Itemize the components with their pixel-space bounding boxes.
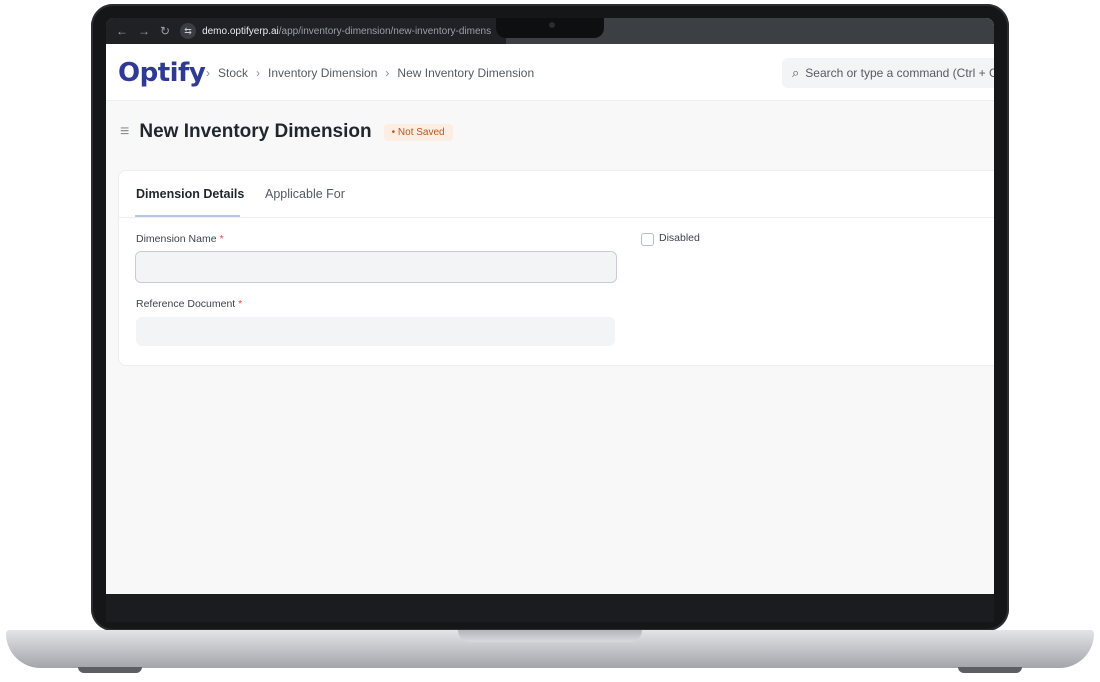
logo[interactable]: Optify [118, 58, 206, 88]
url-path: /app/inventory-dimension/new-inventory-d… [278, 25, 492, 37]
reference-document-input[interactable] [136, 317, 615, 346]
tab-dimension-details[interactable]: Dimension Details [136, 187, 244, 201]
laptop-foot-right [958, 667, 1022, 673]
back-icon[interactable]: ← [116, 18, 128, 44]
search-placeholder: Search or type a command (Ctrl + G) [805, 66, 994, 80]
camera-icon [549, 22, 555, 28]
reload-icon[interactable]: ↻ [160, 18, 170, 44]
dimension-name-input[interactable] [135, 251, 617, 283]
forward-icon[interactable]: → [138, 18, 150, 44]
tab-applicable-for[interactable]: Applicable For [265, 187, 345, 201]
app-header: Optify › Stock › Inventory Dimension › N… [106, 44, 994, 101]
required-mark: * [219, 233, 224, 245]
screen: ← → ↻ ⇆ demo.optifyerp.ai/app/inventory-… [106, 18, 994, 594]
page-title-row: ≡ New Inventory Dimension • Not Saved [120, 121, 453, 143]
form-tabs: Dimension Details Applicable For [119, 171, 994, 218]
breadcrumb: › Stock › Inventory Dimension › New Inve… [206, 66, 534, 80]
dimension-name-label-text: Dimension Name [136, 233, 217, 245]
laptop-notch [496, 18, 604, 38]
status-badge: • Not Saved [383, 123, 453, 141]
url-domain: demo.optifyerp.ai [202, 25, 279, 37]
dimension-name-label: Dimension Name * [136, 233, 224, 245]
reference-document-label-text: Reference Document [136, 298, 236, 310]
laptop-foot-left [78, 667, 142, 673]
reference-document-label: Reference Document * [136, 298, 242, 310]
breadcrumb-separator: › [385, 66, 390, 80]
form-card: Dimension Details Applicable For Dimensi… [118, 170, 994, 366]
site-info-icon[interactable]: ⇆ [180, 23, 197, 39]
page-title: New Inventory Dimension [139, 121, 372, 142]
search-icon: ⌕ [792, 65, 800, 80]
breadcrumb-stock[interactable]: Stock [218, 66, 248, 80]
disabled-checkbox[interactable] [641, 233, 654, 246]
url-text[interactable]: demo.optifyerp.ai/app/inventory-dimensio… [202, 26, 492, 37]
search-bar[interactable]: ⌕ Search or type a command (Ctrl + G) [782, 58, 994, 88]
address-bar[interactable]: ← → ↻ ⇆ demo.optifyerp.ai/app/inventory-… [106, 18, 506, 44]
breadcrumb-separator: › [206, 66, 210, 80]
disabled-label: Disabled [659, 232, 700, 244]
required-mark: * [238, 298, 243, 310]
breadcrumb-inventory-dimension[interactable]: Inventory Dimension [268, 66, 377, 80]
page-content: ≡ New Inventory Dimension • Not Saved Di… [106, 101, 994, 594]
laptop-base-lip [458, 630, 642, 642]
laptop-bezel [106, 594, 994, 622]
active-tab-indicator [135, 215, 240, 217]
menu-icon[interactable]: ≡ [120, 123, 129, 141]
breadcrumb-separator: › [256, 66, 261, 80]
breadcrumb-new-inventory-dimension: New Inventory Dimension [397, 66, 535, 80]
